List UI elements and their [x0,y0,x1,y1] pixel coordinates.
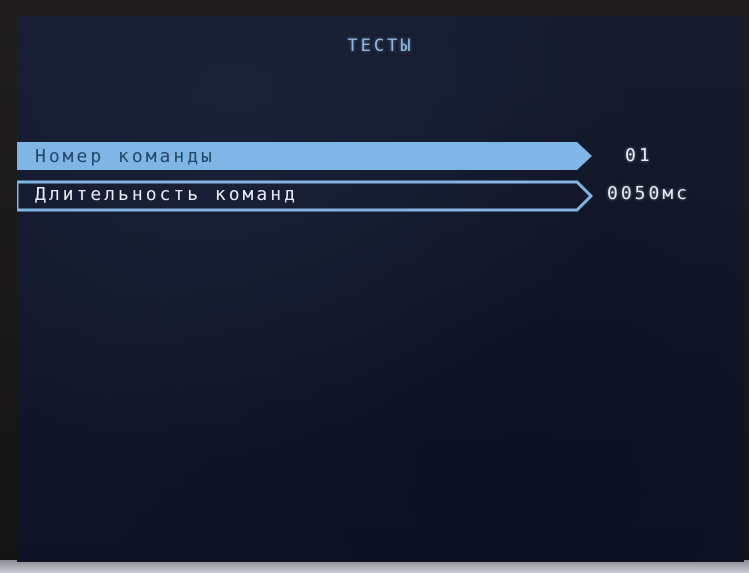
menu-item-label: Длительность команд [35,184,298,205]
screen-title: ТЕСТЫ [347,36,414,56]
menu-item-value: 0050мс [607,183,691,204]
menu-item-command-number[interactable]: Номер команды 01 [17,142,744,170]
menu-item-value: 01 [625,145,653,166]
menu-item-command-duration[interactable]: Длительность команд 0050мс [17,180,744,212]
menu-item-label: Номер команды [35,146,215,167]
display-screen: ТЕСТЫ Номер команды 01 Длительность кома… [17,16,744,562]
